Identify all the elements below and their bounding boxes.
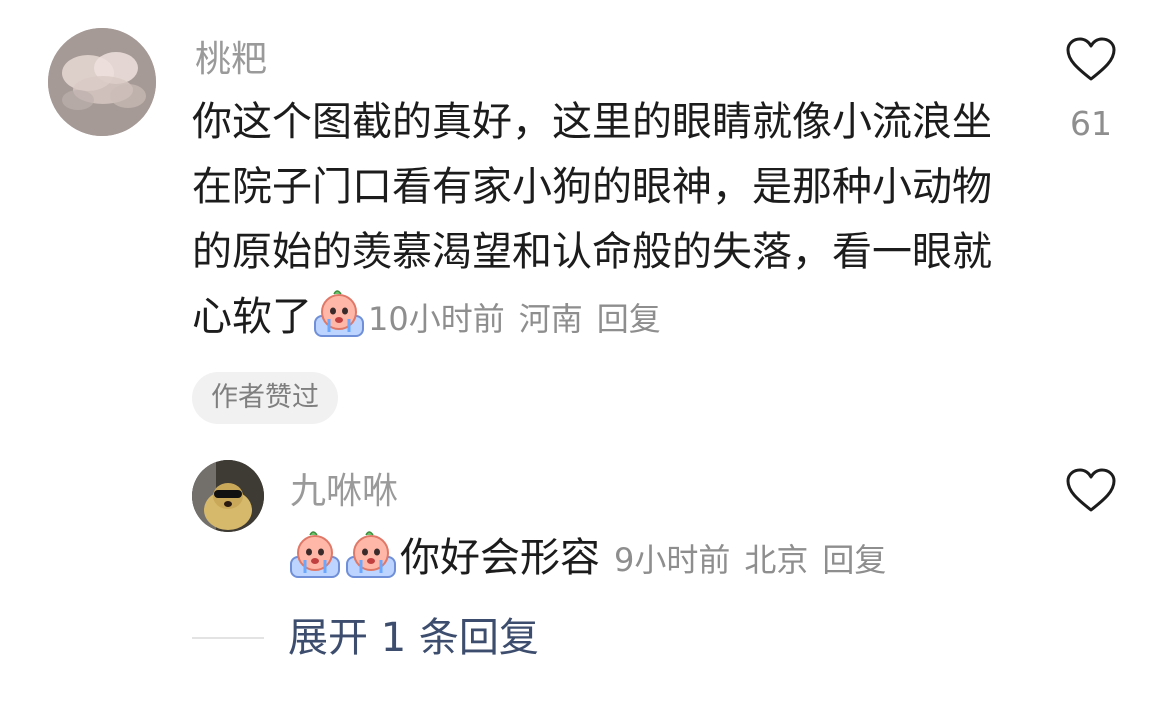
heart-icon [1066, 37, 1116, 81]
avatar[interactable] [48, 28, 156, 136]
reply-avatar[interactable] [192, 460, 264, 532]
reply-time: 9小时前 [614, 541, 731, 579]
reply-location: 北京 [744, 541, 809, 579]
comment-username[interactable]: 桃粑 [195, 38, 267, 82]
crying-face-emoji-icon [312, 286, 366, 340]
expand-replies-link[interactable]: 展开 1 条回复 [288, 612, 539, 664]
reply-button[interactable]: 回复 [597, 300, 661, 338]
crying-face-emoji-icon [344, 527, 398, 581]
reply-reply-button[interactable]: 回复 [822, 541, 886, 579]
crying-face-emoji-icon [288, 527, 342, 581]
author-liked-badge: 作者赞过 [192, 372, 338, 424]
reply-like-button[interactable] [1065, 467, 1117, 517]
expand-divider [192, 637, 264, 639]
reply-text: 你好会形容 9小时前 北京 回复 [288, 526, 1008, 593]
cloud-avatar-image [48, 28, 156, 136]
reply-body: 你好会形容 [400, 535, 600, 581]
comment-time: 10小时前 [368, 300, 505, 338]
comment-meta: 10小时前 河南 回复 [368, 300, 661, 338]
comment-location: 河南 [518, 300, 583, 338]
like-count: 61 [1070, 104, 1112, 143]
dog-avatar-image [192, 460, 264, 532]
like-button[interactable] [1065, 36, 1117, 86]
comment-text: 你这个图截的真好，这里的眼睛就像小流浪坐在院子门口看有家小狗的眼神，是那种小动物… [192, 90, 1022, 352]
reply-meta: 9小时前 北京 回复 [614, 541, 886, 579]
heart-icon [1066, 468, 1116, 512]
reply-username[interactable]: 九咻咻 [290, 470, 398, 514]
